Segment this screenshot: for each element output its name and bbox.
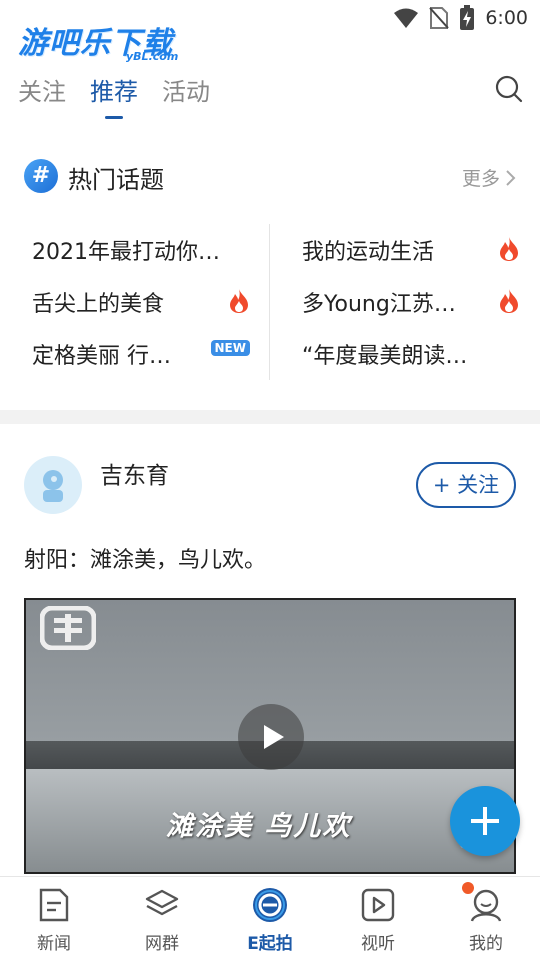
hashtag-icon: #	[24, 159, 58, 193]
topic-item[interactable]: 我的运动生活	[302, 224, 520, 276]
video-player[interactable]: 滩涂美 鸟儿欢 0	[24, 598, 516, 874]
default-avatar-icon	[43, 470, 63, 502]
post-text: 射阳：滩涂美，鸟儿欢。	[24, 548, 267, 573]
nav-news[interactable]: 新闻	[0, 877, 108, 960]
plus-icon	[471, 807, 499, 835]
hot-topics-header: # 热门话题 更多	[24, 158, 516, 194]
tab-events[interactable]: 活动	[162, 72, 210, 112]
nav-label: E起拍	[247, 934, 293, 954]
nav-profile[interactable]: 我的	[432, 877, 540, 960]
topic-item[interactable]: 舌尖上的美食	[32, 276, 250, 328]
no-sim-icon	[429, 7, 450, 29]
more-label: 更多	[461, 168, 500, 190]
hot-fire-icon	[230, 289, 248, 313]
active-tab-indicator	[105, 116, 123, 119]
top-tabs: 关注 推荐 活动	[18, 72, 210, 119]
tab-following[interactable]: 关注	[18, 72, 66, 112]
topic-text: “年度最美朗读…	[302, 344, 468, 369]
video-play-icon	[361, 888, 395, 922]
e-camera-icon	[253, 888, 287, 922]
topics-divider	[269, 224, 270, 380]
bottom-navigation: 新闻 网群 E起拍 视听 我的	[0, 876, 540, 960]
nav-label: 我的	[469, 934, 503, 954]
nav-label: 视听	[361, 934, 395, 954]
battery-charging-icon	[460, 5, 475, 30]
topics-column-left: 2021年最打动你… 舌尖上的美食 定格美丽 行… NEW	[32, 224, 250, 380]
play-button[interactable]	[238, 704, 304, 770]
nav-label: 新闻	[37, 934, 71, 954]
topic-item[interactable]: “年度最美朗读…	[302, 328, 520, 380]
topic-item[interactable]: 多Young江苏…	[302, 276, 520, 328]
app-logo: 游吧乐下载 yBL.com	[18, 18, 183, 64]
topic-text: 定格美丽 行…	[32, 344, 171, 369]
topic-item[interactable]: 2021年最打动你…	[32, 224, 250, 276]
status-time: 6:00	[485, 7, 528, 29]
search-icon[interactable]	[494, 74, 524, 104]
avatar[interactable]	[24, 456, 82, 514]
video-caption: 滩涂美 鸟儿欢	[166, 811, 352, 842]
layers-icon	[145, 889, 179, 916]
play-icon	[264, 725, 284, 749]
topic-item[interactable]: 定格美丽 行… NEW	[32, 328, 250, 380]
new-badge: NEW	[210, 340, 250, 356]
tab-recommended[interactable]: 推荐	[90, 72, 138, 119]
channel-logo-icon	[40, 606, 96, 650]
create-post-button[interactable]	[450, 786, 520, 856]
notification-dot	[462, 882, 474, 894]
hot-fire-icon	[500, 237, 518, 261]
topic-text: 多Young江苏…	[302, 292, 456, 317]
news-icon	[39, 888, 69, 922]
hot-fire-icon	[500, 289, 518, 313]
wifi-icon	[394, 8, 419, 28]
more-topics-link[interactable]: 更多	[462, 164, 516, 191]
logo-sub-text: yBL.com	[126, 50, 179, 63]
topic-text: 舌尖上的美食	[32, 292, 165, 317]
nav-groups[interactable]: 网群	[108, 877, 216, 960]
chevron-right-icon	[506, 169, 516, 186]
profile-icon	[470, 889, 502, 922]
hot-topics-section: # 热门话题 更多 2021年最打动你… 舌尖上的美食 定格美丽 行… NEW …	[0, 124, 540, 410]
topic-text: 2021年最打动你…	[32, 240, 220, 265]
nav-label: 网群	[145, 934, 179, 954]
nav-media[interactable]: 视听	[324, 877, 432, 960]
nav-e-camera[interactable]: E起拍	[216, 877, 324, 960]
topic-text: 我的运动生活	[302, 240, 435, 265]
status-icons: 6:00	[393, 5, 528, 30]
section-separator	[0, 410, 540, 424]
author-name[interactable]: 吉东育	[100, 456, 169, 490]
follow-button[interactable]: + 关注	[416, 462, 516, 508]
hot-topics-title: 热门话题	[68, 166, 164, 194]
topics-column-right: 我的运动生活 多Young江苏… “年度最美朗读…	[302, 224, 520, 380]
